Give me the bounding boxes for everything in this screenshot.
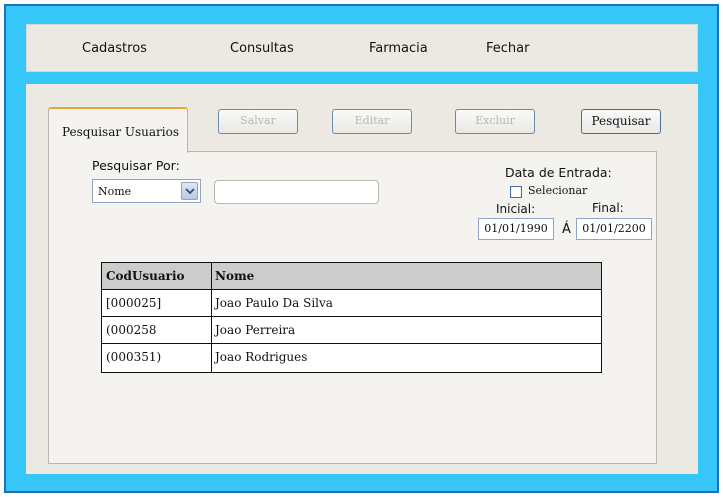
form-area: Pesquisar Por: Nome Data de Entrada: Sel… — [26, 84, 698, 474]
search-input[interactable] — [214, 180, 379, 204]
cell-nome: Joao Perreira — [215, 323, 296, 337]
table-row[interactable]: (000258 Joao Perreira — [102, 317, 601, 344]
menu-item-fechar[interactable]: Fechar — [486, 41, 529, 56]
cell-nome: Joao Paulo Da Silva — [215, 296, 333, 310]
select-value: Nome — [98, 185, 132, 198]
pesquisar-por-select[interactable]: Nome — [92, 179, 201, 203]
menu-item-farmacia[interactable]: Farmacia — [369, 41, 428, 56]
cell-cod: (000351) — [106, 350, 162, 364]
app-window: Cadastros Consultas Farmacia Fechar Pesq… — [4, 4, 719, 493]
data-final-field[interactable]: 01/01/2200 — [576, 218, 652, 240]
cell-cod: [000025] — [106, 296, 162, 310]
data-entrada-label: Data de Entrada: — [505, 165, 612, 180]
header-codusuario[interactable]: CodUsuario — [106, 269, 185, 283]
inicial-label: Inicial: — [496, 202, 536, 216]
menu-bar: Cadastros Consultas Farmacia Fechar — [26, 24, 698, 72]
column-divider — [211, 263, 212, 372]
chevron-down-icon[interactable] — [181, 182, 198, 200]
final-label: Final: — [592, 201, 624, 215]
selecionar-checkbox[interactable] — [510, 186, 522, 198]
main-panel: Pesquisar Usuarios Salvar Editar Excluir… — [26, 84, 698, 474]
cell-cod: (000258 — [106, 323, 157, 337]
menu-item-cadastros[interactable]: Cadastros — [82, 41, 147, 56]
selecionar-label: Selecionar — [528, 184, 588, 197]
data-inicial-field[interactable]: 01/01/1990 — [478, 218, 554, 240]
cell-nome: Joao Rodrigues — [215, 350, 308, 364]
table-row[interactable]: (000351) Joao Rodrigues — [102, 344, 601, 371]
menu-item-consultas[interactable]: Consultas — [230, 41, 294, 56]
table-header: CodUsuario Nome — [102, 263, 601, 290]
usuarios-table: CodUsuario Nome [000025] Joao Paulo Da S… — [101, 262, 602, 373]
pesquisar-por-label: Pesquisar Por: — [92, 158, 180, 173]
date-separator: Á — [562, 222, 571, 237]
header-nome[interactable]: Nome — [215, 269, 254, 283]
table-row[interactable]: [000025] Joao Paulo Da Silva — [102, 290, 601, 317]
